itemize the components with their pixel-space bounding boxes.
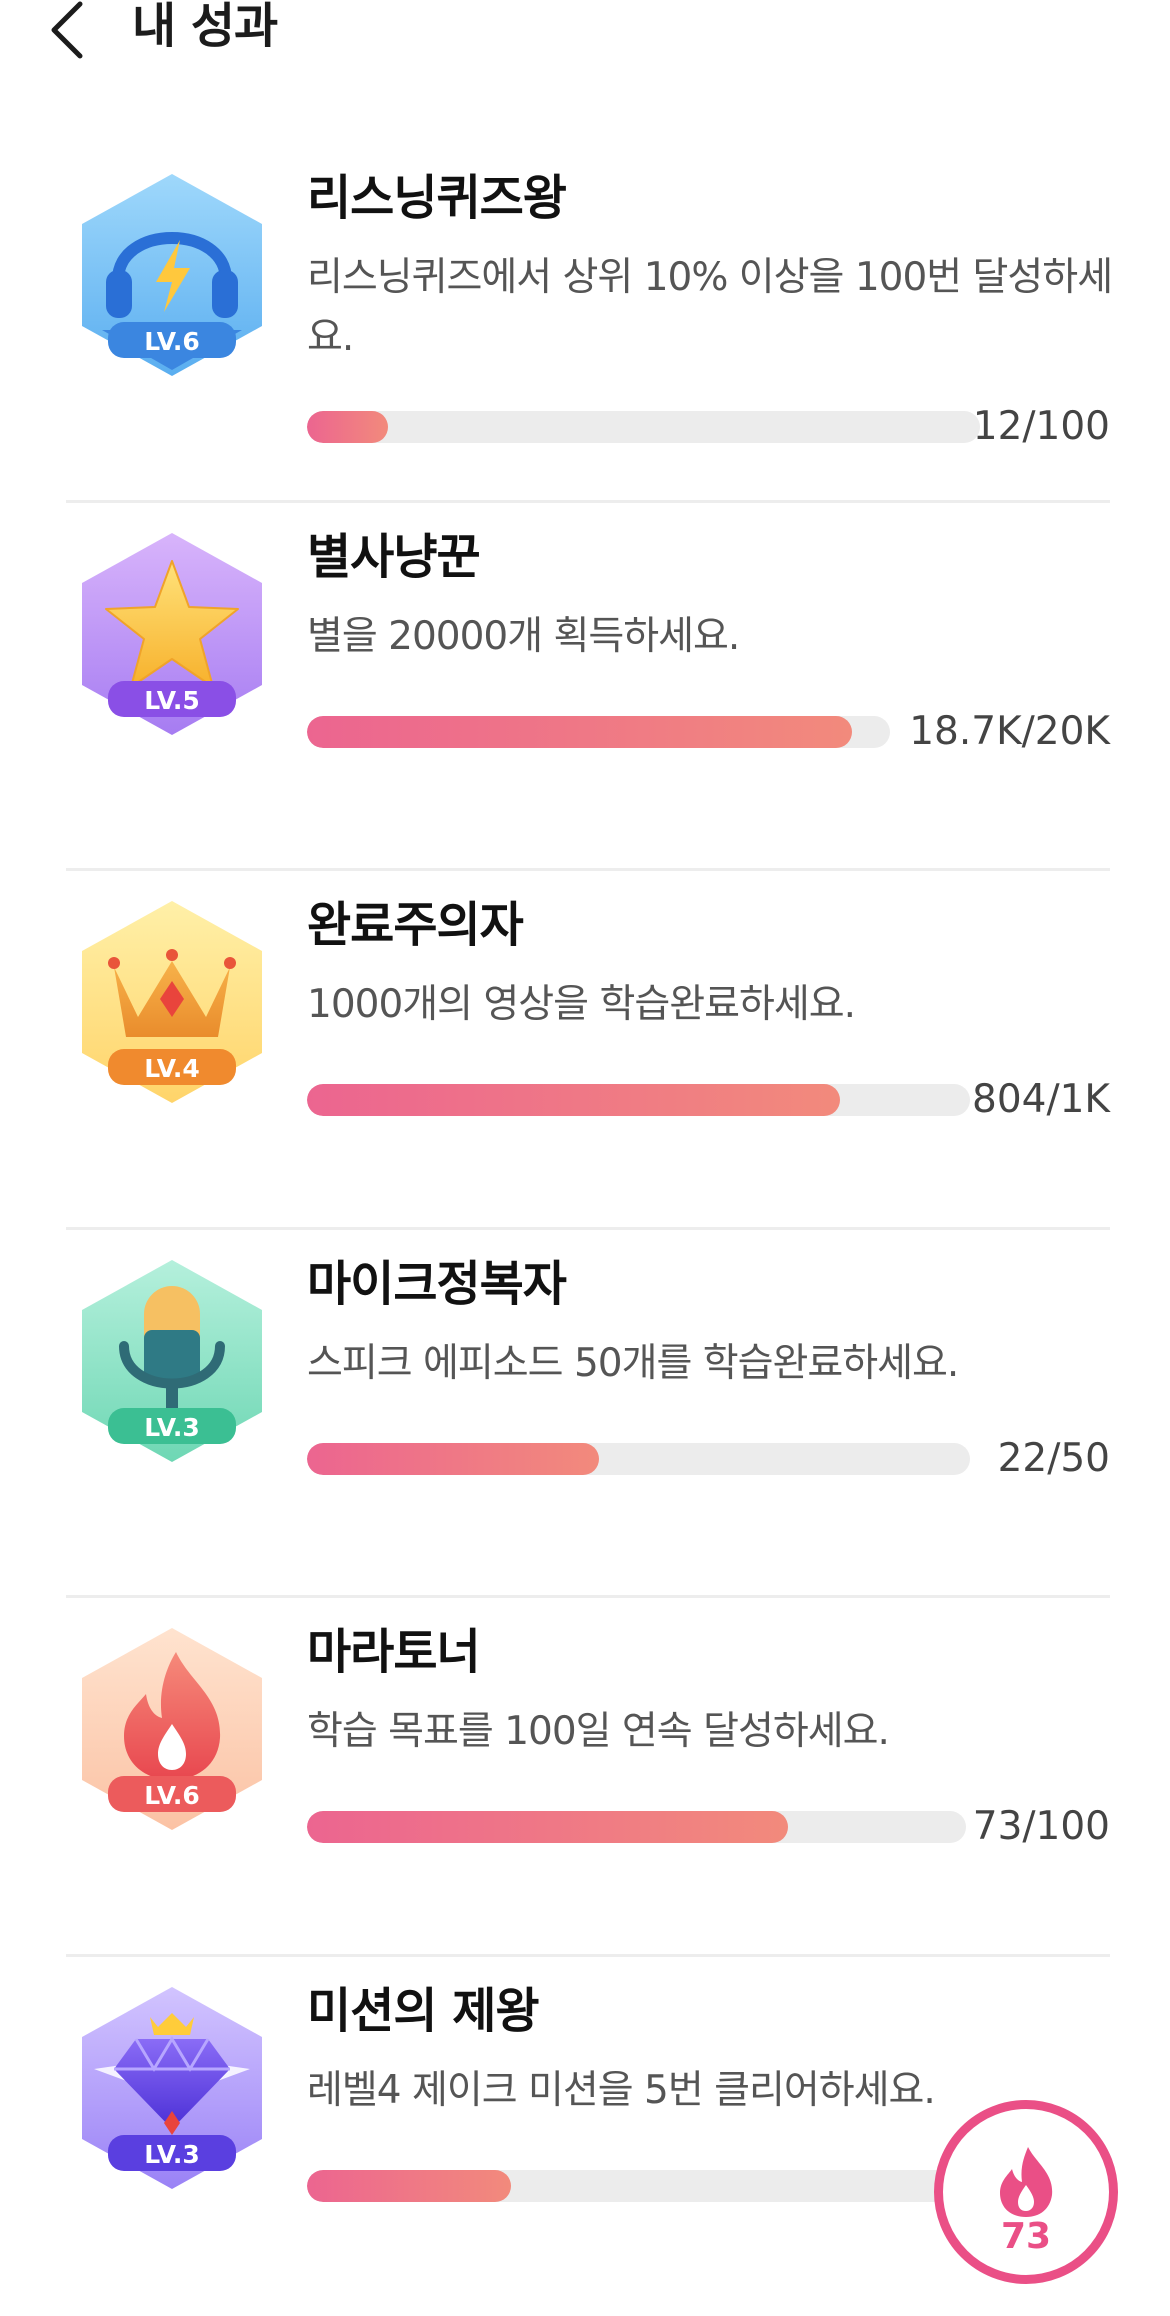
progress-count: 22/50	[997, 1436, 1110, 1481]
achievement-item-completionist[interactable]: LV.4 완료주의자 1000개의 영상을 학습완료하세요. 804/1K	[0, 871, 1170, 1230]
progress-count: 18.7K/20K	[909, 709, 1110, 754]
achievement-description: 학습 목표를 100일 연속 달성하세요.	[307, 1709, 890, 1754]
progress-bar	[307, 716, 890, 748]
streak-button[interactable]: 73	[934, 2100, 1118, 2284]
achievement-title: 리스닝퀴즈왕	[307, 170, 567, 226]
achievement-item-mic-conqueror[interactable]: LV.3 마이크정복자 스피크 에피소드 50개를 학습완료하세요. 22/50	[0, 1230, 1170, 1598]
achievement-title: 미션의 제왕	[307, 1983, 540, 2039]
progress-bar	[307, 1811, 966, 1843]
progress-bar	[307, 411, 980, 443]
progress-fill	[307, 1084, 841, 1116]
progress-count: 73/100	[972, 1804, 1110, 1849]
header: 내 성과	[0, 0, 1170, 80]
achievement-description: 1000개의 영상을 학습완료하세요.	[307, 982, 856, 1027]
microphone-icon: LV.3	[82, 1260, 262, 1462]
progress-bar	[307, 2170, 987, 2202]
chevron-left-icon	[51, 1, 83, 59]
achievement-title: 완료주의자	[307, 897, 524, 953]
achievement-item-star-hunter[interactable]: LV.5 별사냥꾼 별을 20000개 획득하세요. 18.7K/20K	[0, 503, 1170, 871]
crown-icon: LV.4	[82, 901, 262, 1103]
badge-level: LV.3	[144, 1413, 200, 1442]
diamond-icon: LV.3	[82, 1987, 262, 2189]
badge-level: LV.4	[144, 1054, 200, 1083]
progress-bar	[307, 1084, 970, 1116]
badge-level: LV.3	[144, 2140, 200, 2169]
achievement-badge: LV.5	[72, 529, 272, 739]
achievement-badge: LV.3	[72, 1256, 272, 1466]
progress-fill	[307, 411, 388, 443]
achievement-item-marathoner[interactable]: LV.6 마라토너 학습 목표를 100일 연속 달성하세요. 73/100	[0, 1598, 1170, 1957]
progress-fill	[307, 1811, 789, 1843]
badge-level: LV.5	[144, 686, 200, 715]
achievement-badge: LV.6	[72, 170, 272, 380]
page-title: 내 성과	[132, 0, 278, 54]
achievement-badge: LV.3	[72, 1983, 272, 2193]
progress-bar	[307, 1443, 970, 1475]
badge-level: LV.6	[144, 327, 200, 356]
streak-count: 73	[1000, 2216, 1052, 2257]
back-button[interactable]	[44, 0, 100, 64]
achievement-badge: LV.4	[72, 897, 272, 1107]
progress-fill	[307, 2170, 511, 2202]
progress-count: 12/100	[972, 404, 1110, 449]
progress-fill	[307, 1443, 599, 1475]
achievement-description: 스피크 에피소드 50개를 학습완료하세요.	[307, 1341, 959, 1386]
achievement-title: 별사냥꾼	[307, 529, 481, 585]
flame-icon: LV.6	[82, 1628, 262, 1830]
achievement-list: LV.6 리스닝퀴즈왕 리스닝퀴즈에서 상위 10% 이상을 100번 달성하세…	[0, 144, 1170, 2316]
achievement-description: 별을 20000개 획득하세요.	[307, 614, 740, 659]
achievement-title: 마이크정복자	[307, 1256, 567, 1312]
achievement-title: 마라토너	[307, 1624, 481, 1680]
star-icon: LV.5	[82, 533, 262, 735]
achievement-description: 리스닝퀴즈에서 상위 10% 이상을 100번 달성하세요.	[307, 255, 1113, 360]
badge-level: LV.6	[144, 1781, 200, 1810]
achievement-item-listening-quiz[interactable]: LV.6 리스닝퀴즈왕 리스닝퀴즈에서 상위 10% 이상을 100번 달성하세…	[0, 144, 1170, 503]
achievement-badge: LV.6	[72, 1624, 272, 1834]
progress-fill	[307, 716, 853, 748]
progress-count: 804/1K	[972, 1077, 1110, 1122]
flame-icon	[1000, 2147, 1053, 2217]
headphones-icon: LV.6	[82, 174, 262, 376]
